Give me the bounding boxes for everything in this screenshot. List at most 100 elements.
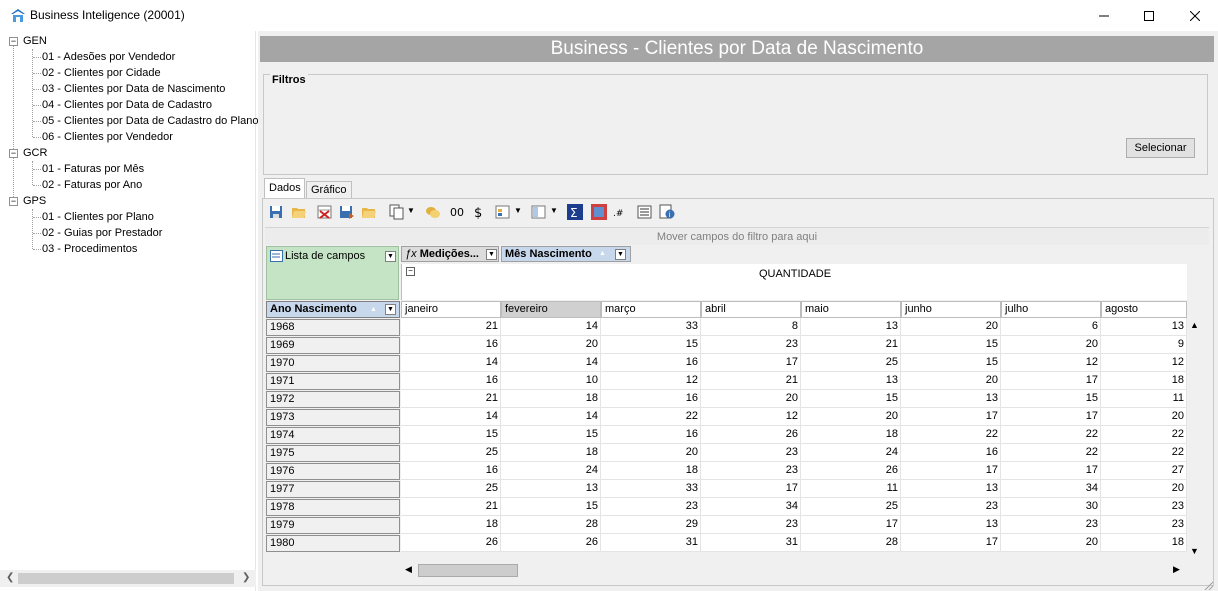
table-cell[interactable]: 25	[401, 444, 501, 462]
measures-field[interactable]: ƒx Medições... ▼	[401, 246, 499, 262]
table-cell[interactable]: 22	[601, 408, 701, 426]
row-header-year[interactable]: 1974	[266, 427, 400, 444]
decimal-format-icon[interactable]: .#	[613, 204, 629, 220]
select-button[interactable]: Selecionar	[1126, 138, 1195, 158]
sum-icon[interactable]: Σ	[567, 204, 583, 220]
close-button[interactable]	[1172, 0, 1218, 31]
table-cell[interactable]: 30	[1001, 498, 1101, 516]
table-cell[interactable]: 23	[1101, 498, 1187, 516]
table-cell[interactable]: 13	[901, 516, 1001, 534]
table-cell[interactable]: 26	[501, 534, 601, 552]
table-cell[interactable]: 25	[801, 354, 901, 372]
table-cell[interactable]: 27	[1101, 462, 1187, 480]
table-cell[interactable]: 11	[1101, 390, 1187, 408]
tree-group-gps[interactable]: GPS	[23, 193, 46, 209]
table-cell[interactable]: 17	[901, 408, 1001, 426]
table-cell[interactable]: 13	[1101, 318, 1187, 336]
month-header[interactable]: fevereiro	[501, 301, 601, 318]
table-cell[interactable]: 14	[401, 354, 501, 372]
row-header-year[interactable]: 1977	[266, 481, 400, 498]
table-cell[interactable]: 28	[501, 516, 601, 534]
table-cell[interactable]: 18	[601, 462, 701, 480]
table-cell[interactable]: 23	[1001, 516, 1101, 534]
collapse-toggle-gcr[interactable]: −	[9, 149, 18, 158]
table-cell[interactable]: 14	[501, 408, 601, 426]
table-cell[interactable]: 10	[501, 372, 601, 390]
filter-drop-area[interactable]: Mover campos do filtro para aqui	[265, 227, 1209, 245]
table-cell[interactable]: 31	[601, 534, 701, 552]
month-header[interactable]: março	[601, 301, 701, 318]
table-cell[interactable]: 21	[401, 390, 501, 408]
table-cell[interactable]: 17	[801, 516, 901, 534]
table-cell[interactable]: 23	[901, 498, 1001, 516]
table-cell[interactable]: 17	[901, 462, 1001, 480]
row-header-year[interactable]: 1969	[266, 337, 400, 354]
table-cell[interactable]: 18	[501, 444, 601, 462]
month-header[interactable]: maio	[801, 301, 901, 318]
month-header[interactable]: agosto	[1101, 301, 1187, 318]
tree-item[interactable]: 05 - Clientes por Data de Cadastro do Pl…	[42, 113, 258, 129]
table-cell[interactable]: 17	[1001, 462, 1101, 480]
table-cell[interactable]: 21	[701, 372, 801, 390]
chevron-down-icon[interactable]: ▼	[385, 251, 396, 262]
table-cell[interactable]: 18	[1101, 372, 1187, 390]
month-header[interactable]: abril	[701, 301, 801, 318]
table-cell[interactable]: 23	[701, 336, 801, 354]
tree-group-gcr[interactable]: GCR	[23, 145, 47, 161]
group-icon[interactable]	[425, 204, 441, 220]
table-cell[interactable]: 33	[601, 318, 701, 336]
chevron-down-icon[interactable]: ▼	[615, 249, 626, 260]
chevron-down-icon[interactable]: ▼	[407, 206, 415, 215]
scroll-thumb[interactable]	[418, 564, 518, 577]
table-cell[interactable]: 13	[901, 390, 1001, 408]
table-cell[interactable]: 14	[501, 354, 601, 372]
table-cell[interactable]: 22	[1001, 426, 1101, 444]
row-field-ano-nascimento[interactable]: Ano Nascimento ▲ ▼	[266, 301, 400, 318]
table-cell[interactable]: 20	[901, 372, 1001, 390]
open-icon[interactable]	[361, 204, 377, 220]
tree-item[interactable]: 02 - Faturas por Ano	[42, 177, 142, 193]
table-cell[interactable]: 14	[401, 408, 501, 426]
table-cell[interactable]: 25	[801, 498, 901, 516]
month-header[interactable]: janeiro	[401, 301, 501, 318]
chevron-down-icon[interactable]: ▼	[385, 304, 396, 315]
table-cell[interactable]: 23	[701, 462, 801, 480]
tree-group-gen[interactable]: GEN	[23, 33, 47, 49]
copy-icon[interactable]	[389, 204, 405, 220]
table-cell[interactable]: 16	[601, 390, 701, 408]
table-cell[interactable]: 16	[401, 372, 501, 390]
tree-item[interactable]: 03 - Procedimentos	[42, 241, 137, 257]
month-header[interactable]: julho	[1001, 301, 1101, 318]
table-cell[interactable]: 17	[901, 534, 1001, 552]
table-cell[interactable]: 16	[401, 336, 501, 354]
scroll-left-icon[interactable]: ◀	[405, 564, 412, 575]
table-cell[interactable]: 15	[501, 426, 601, 444]
table-cell[interactable]: 9	[1101, 336, 1187, 354]
table-cell[interactable]: 13	[801, 318, 901, 336]
table-cell[interactable]: 21	[401, 318, 501, 336]
tree-item[interactable]: 04 - Clientes por Data de Cadastro	[42, 97, 212, 113]
tree-horizontal-scrollbar[interactable]: ❮ ❯	[0, 570, 256, 587]
grid-vertical-scrollbar[interactable]: ▲ ▼	[1187, 318, 1204, 562]
row-header-year[interactable]: 1970	[266, 355, 400, 372]
table-cell[interactable]: 18	[801, 426, 901, 444]
tree-item-selected[interactable]: 03 - Clientes por Data de Nascimento	[42, 81, 225, 97]
table-cell[interactable]: 16	[901, 444, 1001, 462]
scroll-thumb[interactable]	[18, 573, 234, 584]
delete-icon[interactable]	[317, 204, 333, 220]
table-cell[interactable]: 34	[1001, 480, 1101, 498]
row-header-year[interactable]: 1976	[266, 463, 400, 480]
table-cell[interactable]: 17	[1001, 408, 1101, 426]
table-cell[interactable]: 20	[801, 408, 901, 426]
table-cell[interactable]: 15	[901, 336, 1001, 354]
table-cell[interactable]: 25	[401, 480, 501, 498]
scroll-left-icon[interactable]: ❮	[6, 572, 14, 583]
table-cell[interactable]: 20	[1101, 480, 1187, 498]
table-cell[interactable]: 20	[1001, 534, 1101, 552]
table-cell[interactable]: 16	[401, 462, 501, 480]
table-cell[interactable]: 12	[1101, 354, 1187, 372]
table-cell[interactable]: 15	[901, 354, 1001, 372]
table-cell[interactable]: 22	[1101, 426, 1187, 444]
table-cell[interactable]: 15	[501, 498, 601, 516]
table-cell[interactable]: 21	[801, 336, 901, 354]
